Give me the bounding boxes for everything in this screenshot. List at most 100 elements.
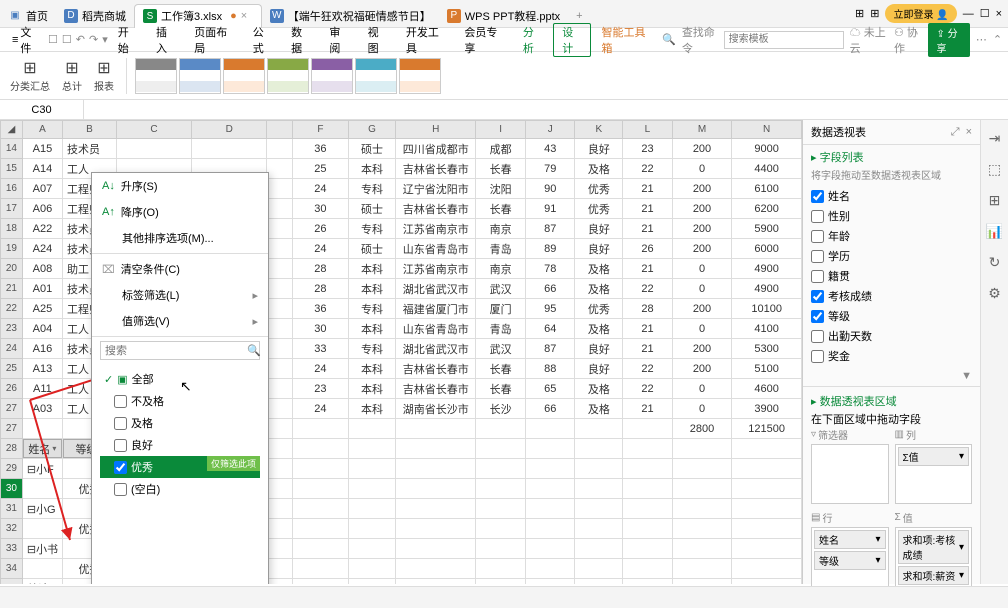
cloud-status[interactable]: ☁ 未上云 — [850, 24, 888, 56]
chart-icon[interactable]: 📊 — [986, 223, 1003, 240]
filter-search[interactable]: 🔍 — [100, 341, 260, 360]
backup-icon[interactable]: ↻ — [989, 254, 1001, 271]
pin-icon[interactable]: ⊞ — [855, 7, 864, 20]
toolbar-icons[interactable]: ☐☐↶↷▾ — [48, 33, 108, 46]
template-icon[interactable]: ⊞ — [989, 192, 1001, 209]
home-icon: ▣ — [8, 9, 22, 23]
only-badge[interactable]: 仅筛选此项 — [207, 456, 260, 471]
maximize-icon[interactable]: ☐ — [980, 7, 990, 20]
select-icon[interactable]: ⬚ — [988, 161, 1001, 178]
drawer-icon[interactable]: ⇥ — [989, 130, 1001, 147]
filter-excellent[interactable]: 优秀仅筛选此项 — [100, 456, 260, 478]
undock-icon[interactable]: ⤢ — [951, 126, 960, 139]
search-cmd-icon[interactable]: 🔍 — [662, 33, 676, 46]
col-chip[interactable]: Σ值▾ — [898, 447, 970, 466]
menu-analysis[interactable]: 分析 — [515, 24, 551, 56]
field-row[interactable]: 出勤天数 — [811, 326, 972, 346]
menu-insert[interactable]: 插入 — [148, 24, 184, 56]
cursor-icon: ↖ — [180, 378, 192, 395]
sort-more[interactable]: 其他排序选项(M)... — [92, 225, 268, 251]
login-button[interactable]: 立即登录 👤 — [885, 4, 956, 23]
label-filter[interactable]: 标签筛选(L)▸ — [92, 282, 268, 308]
field-row[interactable]: 考核成绩 — [811, 286, 972, 306]
row-chip[interactable]: 姓名▾ — [814, 530, 886, 549]
grid-icon[interactable]: ⊞ — [870, 7, 879, 20]
cols-area[interactable]: Σ值▾ — [895, 444, 973, 504]
sort-desc[interactable]: A↑降序(O) — [92, 199, 268, 225]
expand-icon[interactable]: ⌃ — [993, 33, 1002, 46]
field-row[interactable]: 等级 — [811, 306, 972, 326]
search-icon: 🔍 — [247, 344, 261, 357]
col-headers[interactable]: ◢ ABCDFGHIJKLMN — [1, 121, 802, 139]
chevron-right-icon: ▸ — [252, 315, 258, 328]
areas-title: ▸ 数据透视表区域 — [811, 393, 972, 409]
vals-area[interactable]: 求和项:考核成绩▾ 求和项:薪资▾ — [895, 527, 973, 590]
more-icon[interactable]: ⋯ — [976, 33, 987, 46]
style-gallery[interactable] — [135, 58, 441, 94]
fields-title: ▸ 字段列表 — [811, 149, 972, 165]
sort-asc-icon: A↓ — [102, 180, 115, 192]
collab-button[interactable]: ⚇ 协作 — [894, 24, 922, 56]
menu-formula[interactable]: 公式 — [245, 24, 281, 56]
classify-button[interactable]: ⊞分类汇总 — [6, 58, 54, 93]
search-input[interactable] — [724, 31, 844, 49]
val-chip[interactable]: 求和项:考核成绩▾ — [898, 530, 970, 564]
filter-pass[interactable]: 及格 — [100, 412, 260, 434]
field-row[interactable]: 年龄 — [811, 226, 972, 246]
menu-home[interactable]: 开始 — [110, 24, 146, 56]
right-sidebar: ⇥ ⬚ ⊞ 📊 ↻ ⚙ — [980, 120, 1008, 584]
field-row[interactable]: 姓名 — [811, 186, 972, 206]
menu-design[interactable]: 设计 — [553, 23, 591, 57]
gear-icon[interactable]: ⚙ — [988, 285, 1001, 302]
formula-bar: C30 — [0, 100, 1008, 120]
rows-icon: ▤ — [811, 512, 820, 523]
file-menu[interactable]: ≡ 文件 — [6, 22, 46, 58]
close-icon[interactable]: × — [996, 8, 1002, 20]
value-filter[interactable]: 值筛选(V)▸ — [92, 308, 268, 334]
status-bar — [0, 586, 1008, 608]
field-row[interactable]: 性别 — [811, 206, 972, 226]
minimize-icon[interactable]: — — [963, 8, 974, 20]
close-icon[interactable]: × — [966, 126, 972, 139]
rows-area[interactable]: 姓名▾ 等级▾ — [811, 527, 889, 587]
menu-layout[interactable]: 页面布局 — [186, 24, 243, 56]
sort-desc-icon: A↑ — [102, 206, 115, 218]
menu-view[interactable]: 视图 — [360, 24, 396, 56]
vals-icon: Σ — [895, 512, 901, 523]
chevron-right-icon: ▸ — [252, 289, 258, 302]
menu-smart[interactable]: 智能工具箱 — [593, 24, 660, 56]
menu-vip[interactable]: 会员专享 — [456, 24, 513, 56]
corner-cell[interactable]: ◢ — [1, 121, 23, 139]
modified-dot: ● — [230, 10, 237, 22]
total-button[interactable]: ⊞总计 — [58, 58, 86, 93]
filters-area[interactable] — [811, 444, 889, 504]
filter-icon[interactable]: ▼ — [811, 370, 972, 382]
field-row[interactable]: 奖金 — [811, 346, 972, 366]
menu-review[interactable]: 审阅 — [321, 24, 357, 56]
check-icon: ✓ — [104, 373, 113, 386]
row-chip[interactable]: 等级▾ — [814, 551, 886, 570]
filter-hdr-name[interactable]: 姓名▾ — [23, 439, 62, 458]
cols-icon: ▥ — [895, 429, 904, 440]
xls-icon: S — [143, 9, 157, 23]
share-button[interactable]: ⇪ 分享 — [928, 23, 969, 57]
menu-dev[interactable]: 开发工具 — [398, 24, 455, 56]
name-box[interactable]: C30 — [0, 100, 84, 119]
areas-hint: 在下面区域中拖动字段 — [811, 411, 972, 427]
funnel-icon: ▿ — [811, 429, 816, 440]
field-row[interactable]: 学历 — [811, 246, 972, 266]
pivot-panel: 数据透视表 ⤢× ▸ 字段列表 将字段拖动至数据透视表区域 姓名性别年龄学历籍贯… — [802, 120, 980, 584]
clear-cond[interactable]: ⌧清空条件(C) — [92, 256, 268, 282]
close-icon[interactable]: × — [241, 10, 253, 22]
sheet-area[interactable]: ◢ ABCDFGHIJKLMN 14A15技术员36硕士四川省成都市成都43良好… — [0, 120, 802, 584]
filter-blank[interactable]: (空白) — [100, 478, 260, 500]
sort-asc[interactable]: A↓升序(S) — [92, 173, 268, 199]
table-row[interactable]: 14A15技术员36硕士四川省成都市成都43良好232009000 — [1, 139, 802, 159]
filter-good[interactable]: 良好 — [100, 434, 260, 456]
field-row[interactable]: 籍贯 — [811, 266, 972, 286]
main: ◢ ABCDFGHIJKLMN 14A15技术员36硕士四川省成都市成都43良好… — [0, 120, 1008, 584]
val-chip[interactable]: 求和项:薪资▾ — [898, 566, 970, 585]
report-button[interactable]: ⊞报表 — [90, 58, 118, 93]
menu-data[interactable]: 数据 — [283, 24, 319, 56]
pivot-title: 数据透视表 — [811, 124, 866, 140]
